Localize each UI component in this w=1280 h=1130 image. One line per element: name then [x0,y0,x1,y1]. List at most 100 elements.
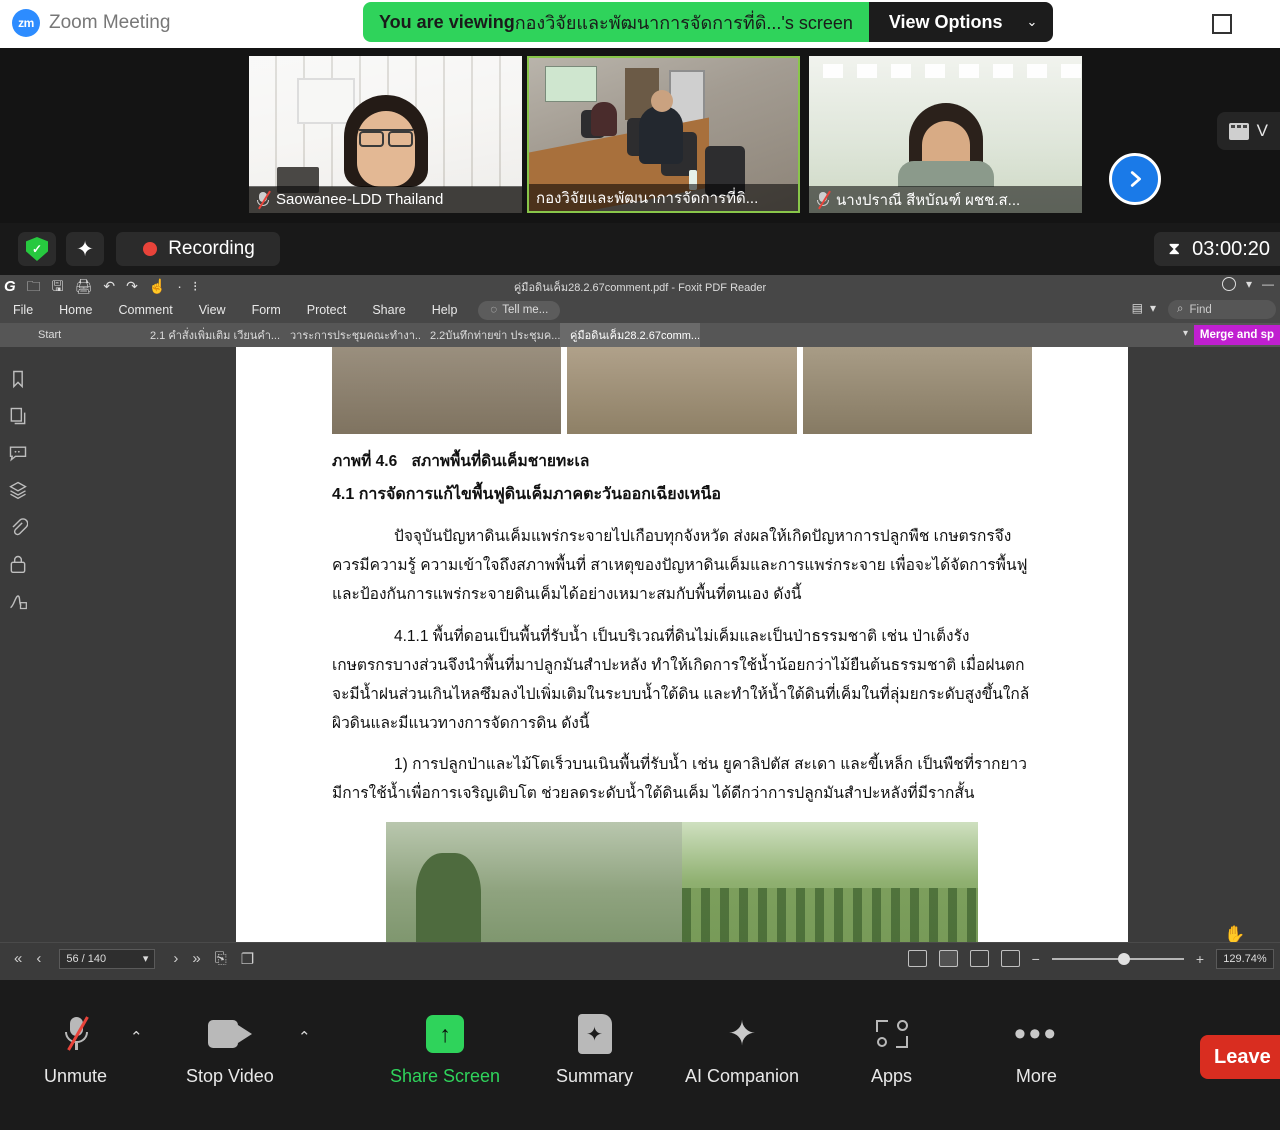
compare-documents-button[interactable]: ▤ ▾ [1132,301,1156,315]
recording-indicator[interactable]: Recording [116,232,280,266]
two-page-icon[interactable] [969,950,989,967]
figure-46-caption: ภาพที่ 4.6 สภาพพื้นที่ดินเค็มชายทะเล [332,447,1032,476]
menu-form[interactable]: Form [239,297,294,323]
record-dot-icon [143,242,158,256]
single-page-icon[interactable] [907,950,927,967]
microphone-muted-icon [61,1012,91,1056]
zoom-slider-handle[interactable] [1117,952,1130,965]
next-page-icon[interactable]: › [173,950,178,967]
participant-tile-active-speaker[interactable]: กองวิจัยและพัฒนาการจัดการที่ดิ... [527,56,800,213]
two-page-scroll-icon[interactable] [1000,950,1020,967]
signature-icon[interactable] [8,591,28,611]
zoom-slider[interactable] [1051,952,1184,966]
participant-tile[interactable]: Saowanee-LDD Thailand [249,56,522,213]
menu-view[interactable]: View [186,297,239,323]
more-label: More [1015,1066,1057,1086]
menu-home[interactable]: Home [46,297,105,323]
participant-namebar: กองวิจัยและพัฒนาการจัดการที่ดิ... [529,184,798,211]
tab-document-2[interactable]: วาระการประชุมคณะทำงา... [280,323,420,347]
ai-companion-status-button[interactable]: ✦ [66,232,104,266]
audio-options-caret-icon[interactable]: ⌃ [130,1028,143,1046]
apps-icon [874,1012,910,1056]
view-options-button[interactable]: View Options ⌄ [868,2,1054,42]
ai-companion-icon: ✦ [727,1015,757,1053]
tell-me-search[interactable]: ◌ Tell me... [478,300,561,320]
page-dropdown-icon[interactable]: ▾ [143,952,149,965]
menu-file[interactable]: File [0,297,46,323]
camera-icon [207,1012,252,1056]
encryption-status-button[interactable]: ✓ [18,232,56,266]
view-layout-button[interactable]: V [1216,112,1280,150]
share-screen-button[interactable]: ↑ Share Screen [390,1012,500,1087]
menu-share[interactable]: Share [359,297,418,323]
account-caret-icon[interactable]: ▾ [1246,277,1252,291]
first-page-icon[interactable]: « [14,950,22,967]
restore-window-icon[interactable] [1212,14,1232,34]
apps-button[interactable]: Apps [871,1012,912,1087]
screen-share-banner: You are viewing กองวิจัยและพัฒนาการจัดกา… [363,2,1054,42]
participant-tile[interactable]: นางปราณี สีหบัณฑ์ ผชช.ส... [809,56,1082,213]
continuous-scroll-icon[interactable] [938,950,958,967]
participant-namebar: Saowanee-LDD Thailand [249,186,522,213]
foxit-document-tabs: Start 2.1 คำสั่งเพิ่มเติม เวียนคำ... วาร… [0,323,1280,347]
tab-document-3[interactable]: 2.2บันทึกท่ายข่า ประชุมค... [420,323,560,347]
zoom-in-icon[interactable]: + [1196,951,1204,967]
merge-and-split-button[interactable]: Merge and sp [1193,325,1280,345]
attachments-icon[interactable] [8,517,28,537]
viewing-notice: You are viewing กองวิจัยและพัฒนาการจัดกา… [363,2,869,42]
tab-label: คู่มือดินเค็ม28.2.67comm... [570,330,700,342]
foxit-content-area: ▸ ภาพที่ 4.6 สภาพพื้นที่ดินเค็มชายทะเล 4… [0,347,1280,942]
participant-name: กองวิจัยและพัฒนาการจัดการที่ดิ... [536,189,759,207]
layers-icon[interactable] [8,480,28,500]
foxit-document-title: คู่มือดินเค็ม28.2.67comment.pdf - Foxit … [513,282,767,294]
more-button[interactable]: ••• More [1014,1012,1059,1087]
rotate-view-icon[interactable]: ⎘ [215,950,227,967]
pdf-page-viewport[interactable]: ภาพที่ 4.6 สภาพพื้นที่ดินเค็มชายทะเล 4.1… [36,347,1280,942]
security-lock-icon[interactable] [8,554,28,574]
last-page-icon[interactable]: » [192,950,200,967]
foxit-menu-bar: File Home Comment View Form Protect Shar… [0,297,1280,323]
view-and-zoom-controls: − + 129.74% [907,948,1274,969]
ai-companion-label: AI Companion [685,1066,800,1086]
snapshot-icon[interactable]: ❐ [241,950,254,968]
sharer-name: กองวิจัยและพัฒนาการจัดการที่ดิ...'s scre… [514,12,853,33]
grid-view-icon [1228,122,1249,140]
summary-icon: ✦ [577,1012,612,1056]
account-icon[interactable] [1221,277,1236,291]
bookmark-icon[interactable] [8,369,28,389]
leave-meeting-button[interactable]: Leave [1200,1035,1280,1079]
figure-image-right [682,822,978,942]
figure-image-left [386,822,682,942]
zoom-meeting-window: zm Zoom Meeting You are viewing กองวิจัย… [0,0,1280,1130]
next-participants-button[interactable] [1109,153,1161,205]
tab-start[interactable]: Start [0,323,140,347]
more-ellipsis-icon: ••• [1014,1015,1059,1053]
menu-help[interactable]: Help [419,297,471,323]
shared-screen-foxit-pdf-reader: G 🗀 🖫 🖨 ↶ ↷ ☝ · ⁝ คู่มือดินเค็ม28.2.67co… [0,275,1280,980]
minimize-icon[interactable]: — [1262,277,1274,291]
paragraph-1: ปัจจุบันปัญหาดินเค็มแพร่กระจายไปเกือบทุก… [332,528,1028,604]
tab-document-active[interactable]: คู่มือดินเค็ม28.2.67comm... ✕ [560,323,700,347]
video-options-caret-icon[interactable]: ⌃ [298,1028,311,1046]
chevron-right-icon [1130,171,1141,187]
summary-button[interactable]: ✦ Summary [556,1012,633,1087]
tab-document-1[interactable]: 2.1 คำสั่งเพิ่มเติม เวียนคำ... [140,323,280,347]
page-number-input[interactable]: 56 / 140 ▾ [59,948,156,969]
view-layout-label: V [1256,121,1268,140]
foxit-status-bar: « ‹ 56 / 140 ▾ › » ⎘ ❐ − + 129.74% [0,942,1280,974]
zoom-out-icon[interactable]: − [1032,951,1040,967]
unmute-button[interactable]: Unmute [44,1012,107,1087]
view-options-label: View Options [888,11,1003,32]
page-thumbnails-icon[interactable] [8,406,28,426]
menu-protect[interactable]: Protect [294,297,360,323]
microphone-muted-icon [256,190,271,210]
ai-companion-button[interactable]: ✦ AI Companion [685,1012,799,1087]
menu-comment[interactable]: Comment [106,297,186,323]
comments-icon[interactable] [8,443,28,463]
zoom-level-value[interactable]: 129.74% [1216,948,1274,969]
chevron-down-icon[interactable]: ▾ [1183,328,1188,339]
previous-page-icon[interactable]: ‹ [36,950,41,967]
stop-video-button[interactable]: Stop Video [186,1012,274,1087]
find-input[interactable]: ⌕ Find [1168,300,1276,319]
paragraph-3: 1) การปลูกป่าและไม้โตเร็วบนเนินพื้นที่รั… [332,756,1027,803]
